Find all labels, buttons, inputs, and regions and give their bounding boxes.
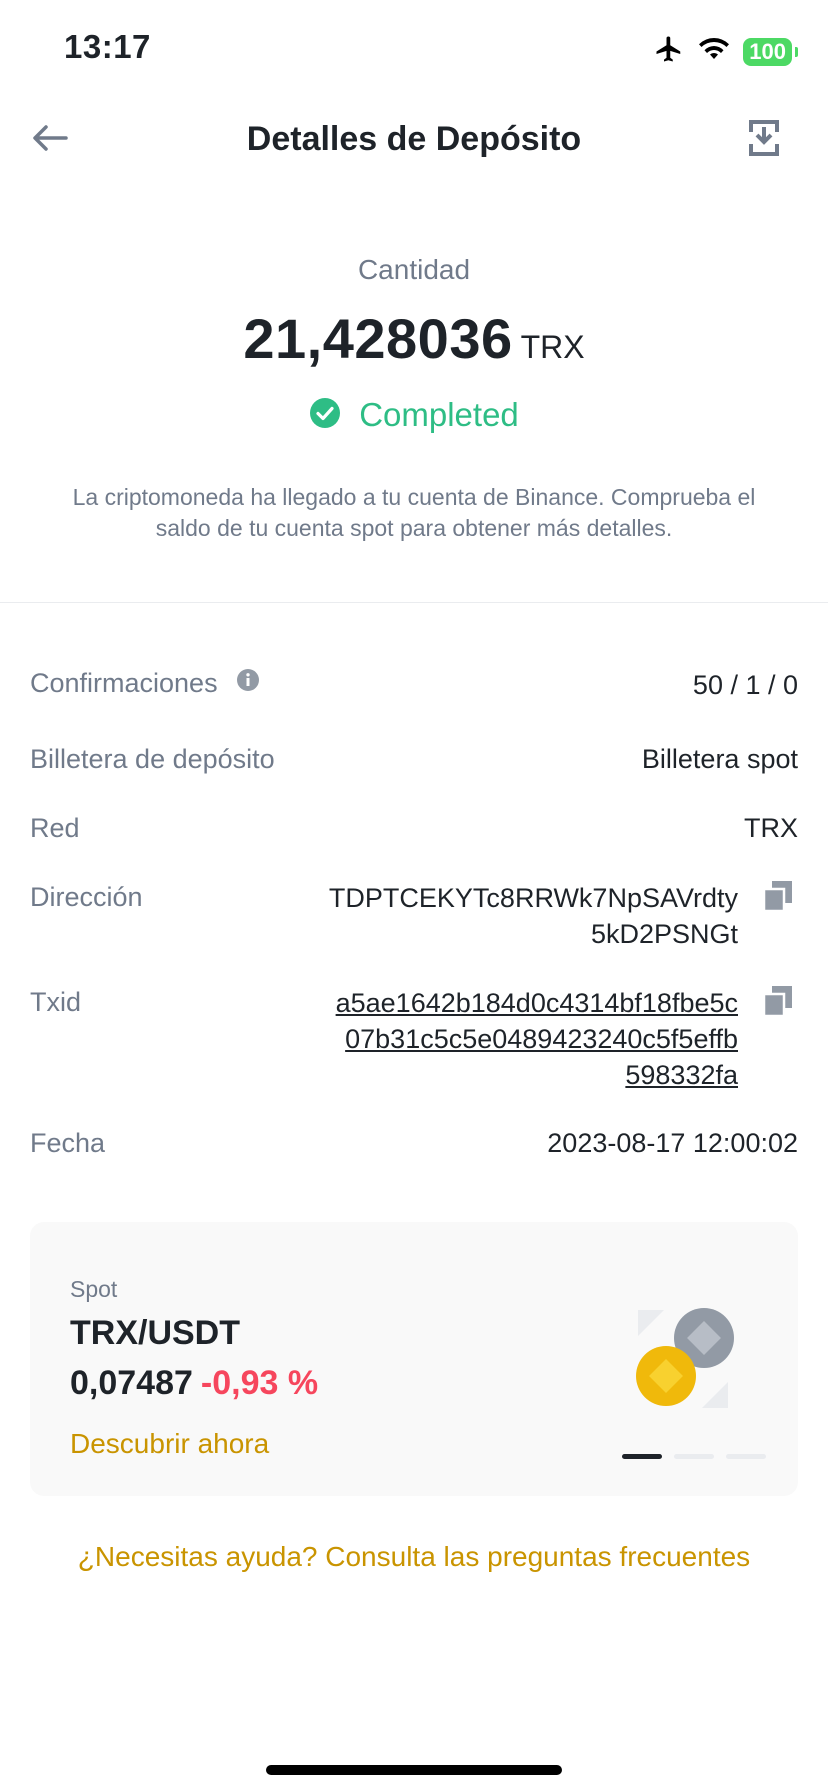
confirmations-row-label: Confirmaciones (30, 668, 260, 699)
status-icons: 100 (653, 34, 798, 69)
battery-indicator: 100 (743, 37, 798, 66)
promo-tag: Spot (70, 1276, 118, 1302)
download-button[interactable] (736, 112, 792, 168)
divider (0, 602, 828, 603)
network-value: TRX (744, 813, 798, 843)
confirmations-value: 50 / 1 / 0 (692, 670, 798, 700)
wallet-label: Billetera de depósito (30, 744, 275, 774)
address-value[interactable]: TDPTCEKYTc8RRWk7NpSAVrdty 5kD2PSNGt (329, 880, 738, 952)
promo-pair: TRX/USDT (70, 1314, 240, 1352)
help-faq-link[interactable]: ¿Necesitas ayuda? Consulta las preguntas… (0, 1541, 828, 1573)
txid-line: a5ae1642b184d0c4314bf18fbe5c (335, 988, 738, 1018)
copy-icon (762, 880, 793, 917)
network-label: Red (30, 813, 80, 843)
coins-illustration (630, 1302, 750, 1422)
date-value: 2023-08-17 12:00:02 (547, 1128, 798, 1158)
promo-change: -0,93 % (200, 1364, 319, 1402)
home-indicator (266, 1765, 562, 1775)
txid-label: Txid (30, 987, 82, 1017)
promo-cta-link[interactable]: Descubrir ahora (70, 1428, 269, 1460)
txid-line: 598332fa (625, 1060, 738, 1090)
copy-txid-button[interactable] (758, 983, 798, 1023)
status-row: Completed (0, 396, 828, 434)
check-circle-icon (309, 397, 341, 434)
carousel-indicator (622, 1454, 766, 1459)
info-icon[interactable] (236, 668, 260, 699)
amount-label: Cantidad (357, 254, 471, 285)
txid-value-link[interactable]: a5ae1642b184d0c4314bf18fbe5c 07b31c5c5e0… (336, 985, 738, 1093)
wifi-icon (699, 37, 730, 66)
status-text: Completed (359, 396, 519, 433)
copy-icon (762, 985, 793, 1022)
wallet-value: Billetera spot (641, 744, 798, 774)
download-icon (747, 118, 781, 163)
address-line: TDPTCEKYTc8RRWk7NpSAVrdty (328, 883, 738, 913)
page-title: Detalles de Depósito (246, 120, 582, 158)
confirmations-label: Confirmaciones (30, 668, 218, 698)
copy-address-button[interactable] (758, 878, 798, 918)
promo-price: 0,07487 (70, 1364, 193, 1402)
promo-card[interactable]: Spot TRX/USDT 0,07487 -0,93 % Descubrir a… (30, 1222, 798, 1496)
carousel-dot (674, 1454, 714, 1459)
airplane-icon (653, 34, 685, 69)
carousel-dot (726, 1454, 766, 1459)
carousel-dot-active (622, 1454, 662, 1459)
txid-line: 07b31c5c5e0489423240c5f5effb (345, 1024, 738, 1054)
info-message: La criptomoneda ha llegado a tu cuenta d… (72, 484, 756, 541)
promo-price-row: 0,07487 -0,93 % (70, 1364, 318, 1403)
amount-value: 21,428036 (243, 307, 513, 370)
address-line: 5kD2PSNGt (590, 919, 738, 949)
date-label: Fecha (30, 1128, 106, 1158)
address-label: Dirección (30, 882, 143, 912)
amount-row: 21,428036 TRX (0, 306, 828, 371)
status-time: 13:17 (64, 28, 151, 65)
amount-unit: TRX (520, 329, 585, 365)
